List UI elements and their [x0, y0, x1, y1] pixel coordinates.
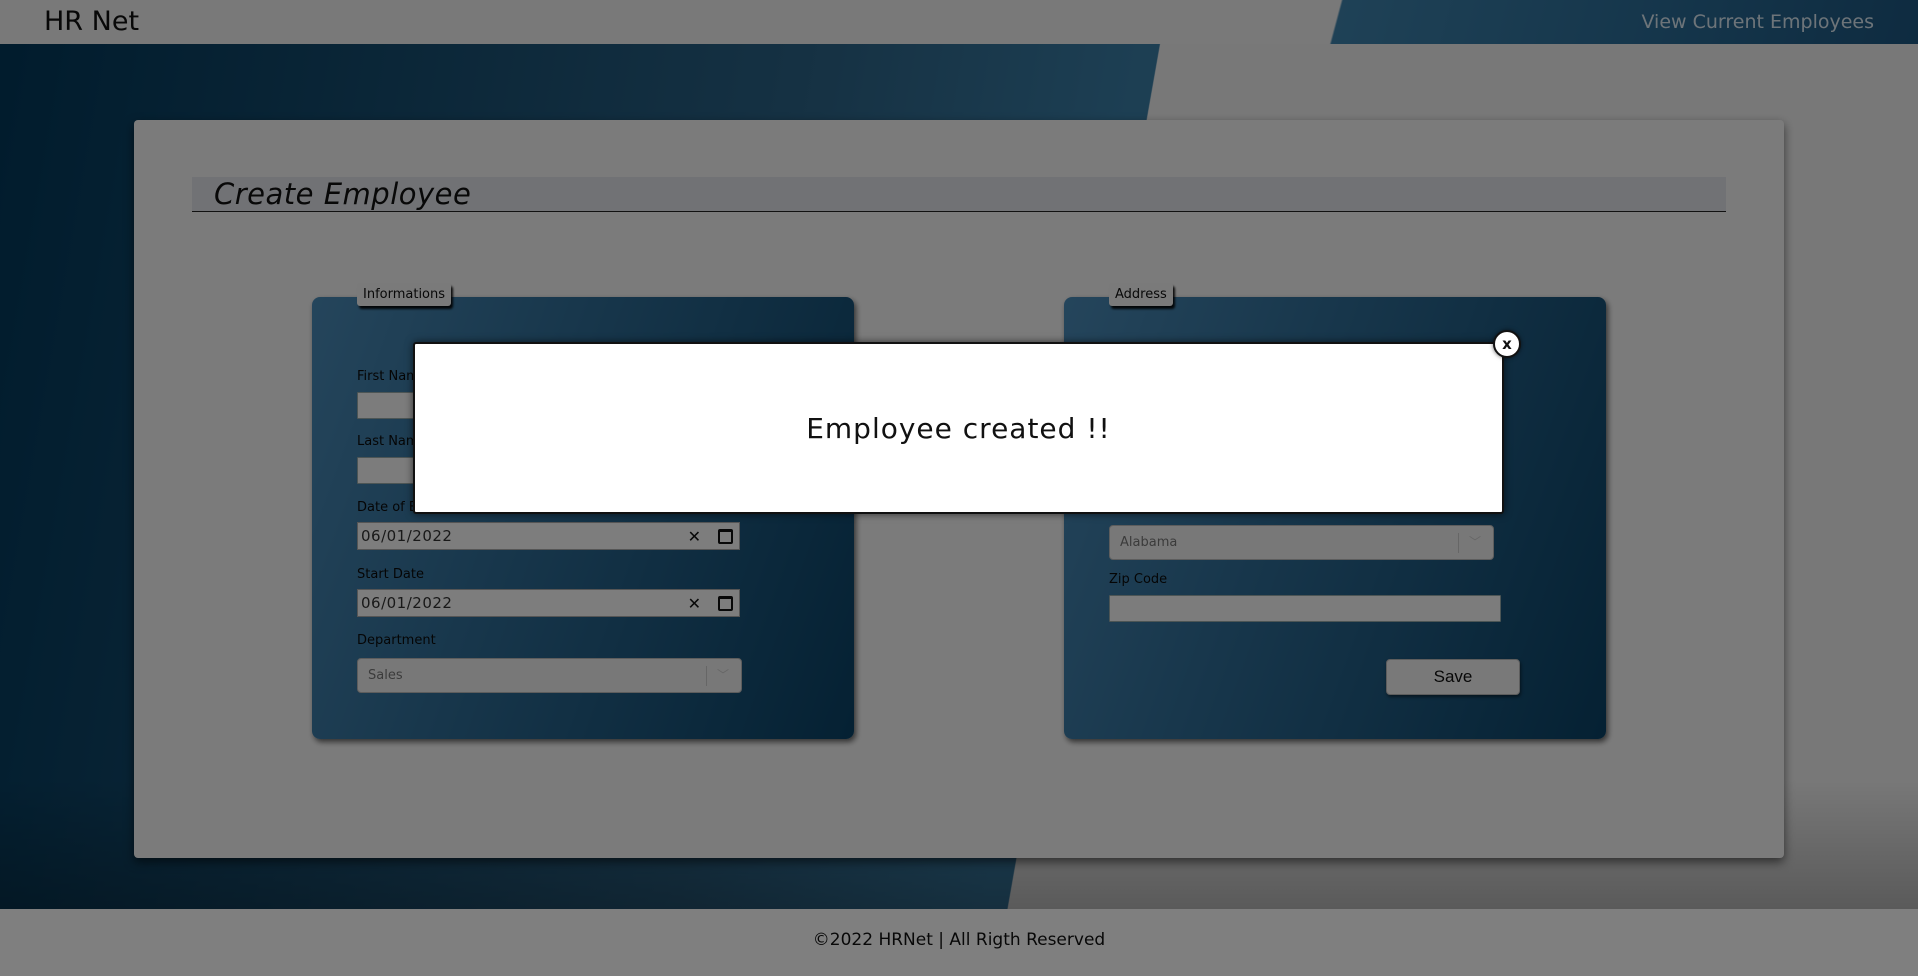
close-button[interactable]: x	[1493, 330, 1521, 358]
modal-message: Employee created !!	[806, 412, 1111, 445]
success-modal: Employee created !! x	[413, 330, 1521, 514]
